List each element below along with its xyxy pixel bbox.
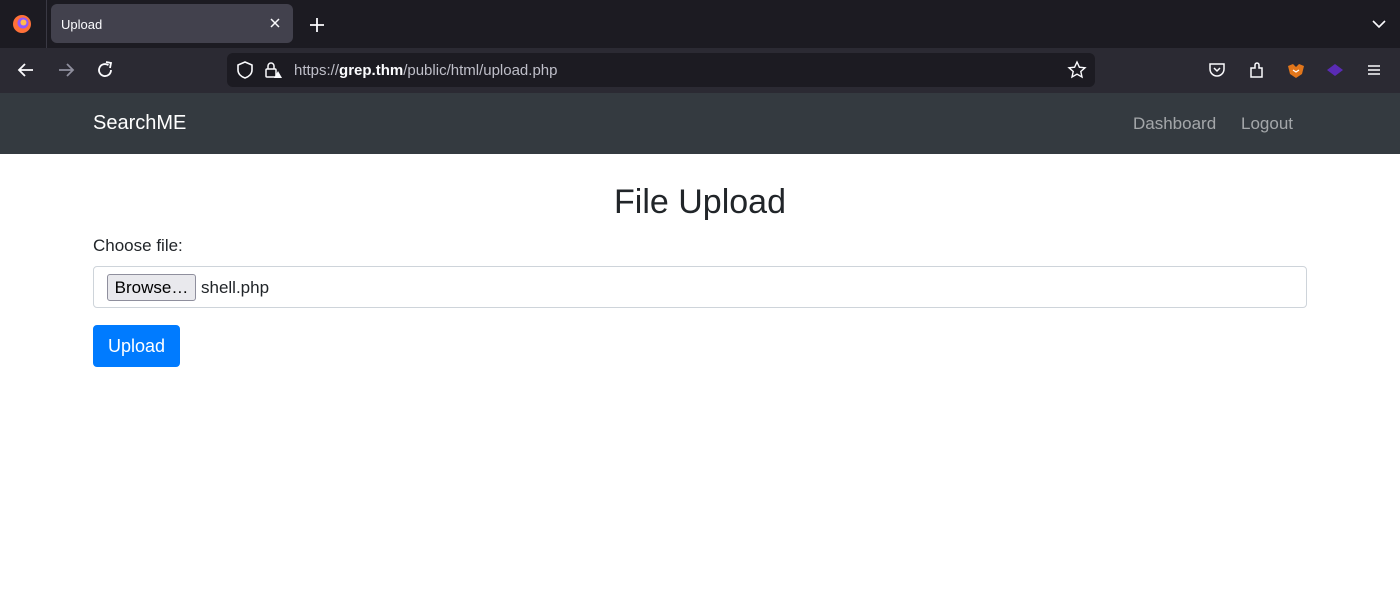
close-icon[interactable] (265, 13, 285, 33)
file-label: Choose file: (93, 236, 183, 255)
extension-purple-icon[interactable] (1325, 60, 1345, 80)
url-text[interactable]: https://grep.thm/public/html/upload.php (294, 62, 557, 79)
extension-fox-icon[interactable] (1286, 60, 1306, 80)
url-host: grep.thm (339, 62, 404, 79)
upload-button[interactable]: Upload (93, 325, 180, 367)
new-tab-icon[interactable] (306, 14, 328, 36)
browse-button[interactable]: Browse… (107, 274, 196, 301)
url-bar[interactable]: https://grep.thm/public/html/upload.php (227, 53, 1095, 87)
hamburger-menu-icon[interactable] (1364, 60, 1384, 80)
nav-link-dashboard[interactable]: Dashboard (1133, 114, 1216, 134)
page-title: File Upload (614, 183, 786, 221)
nav-link-logout[interactable]: Logout (1241, 114, 1293, 134)
firefox-logo-icon (13, 15, 31, 33)
browser-toolbar: https://grep.thm/public/html/upload.php … (0, 48, 1400, 116)
pocket-icon[interactable] (1207, 60, 1227, 80)
back-arrow-icon[interactable] (15, 59, 37, 81)
url-prefix: https:// (294, 62, 340, 79)
browser-tab-strip: Upload (0, 0, 1400, 48)
navbar-brand[interactable]: SearchME (93, 112, 186, 135)
url-path: /public/html/upload.php (403, 62, 558, 79)
lock-warning-icon[interactable] (263, 60, 283, 80)
tab-title: Upload (61, 17, 103, 32)
tab-separator (46, 0, 47, 48)
chevron-down-icon[interactable] (1370, 15, 1388, 33)
tab-upload[interactable]: Upload (51, 4, 293, 43)
site-navbar: SearchME Dashboard Logout (0, 93, 1400, 154)
star-icon[interactable] (1067, 60, 1087, 80)
extensions-icon[interactable] (1247, 60, 1267, 80)
selected-file-name: shell.php (201, 278, 270, 297)
shield-icon[interactable] (235, 60, 255, 80)
forward-arrow-icon[interactable] (55, 59, 77, 81)
reload-icon[interactable] (94, 59, 116, 81)
file-input[interactable]: Browse… shell.php (93, 266, 1307, 308)
